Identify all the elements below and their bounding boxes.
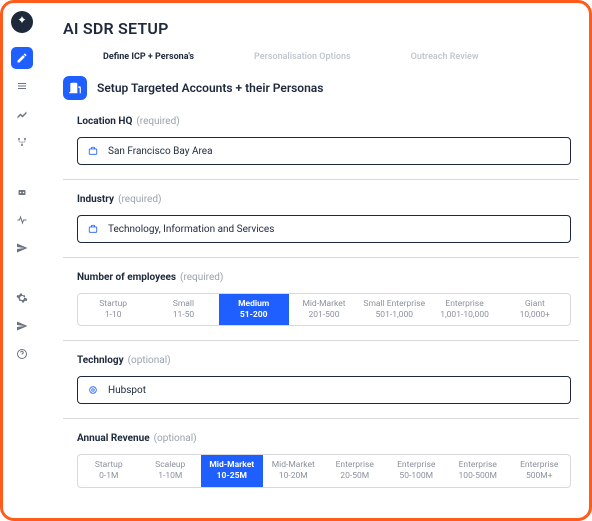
briefcase-icon: [88, 224, 98, 234]
location-value: San Francisco Bay Area: [108, 146, 560, 157]
page-title: AI SDR SETUP: [63, 19, 579, 38]
revenue-segmented: Startup0-1MScaleup1-10MMid-Market10-25MM…: [77, 454, 571, 487]
nav-list[interactable]: [11, 75, 33, 97]
nav-bot[interactable]: [11, 181, 33, 203]
step-define-icp[interactable]: Define ICP + Persona's: [103, 52, 194, 62]
technology-value: Hubspot: [108, 385, 560, 396]
divider: [63, 340, 579, 341]
field-revenue: Annual Revenue(optional) Startup0-1MScal…: [63, 433, 579, 487]
divider: [63, 179, 579, 180]
section-header: Setup Targeted Accounts + their Personas: [63, 76, 579, 100]
technology-label: Technlogy(optional): [77, 355, 579, 366]
revenue-option-0[interactable]: Startup0-1M: [78, 455, 140, 486]
employees-option-6[interactable]: Giant10,000+: [500, 294, 570, 325]
step-outreach-review[interactable]: Outreach Review: [411, 52, 479, 62]
revenue-option-5[interactable]: Enterprise50-100M: [386, 455, 448, 486]
employees-option-2[interactable]: Medium51-200: [219, 294, 289, 325]
step-personalisation[interactable]: Personalisation Options: [254, 52, 351, 62]
field-industry: Industry(required) Technology, Informati…: [63, 194, 579, 243]
field-technology: Technlogy(optional) Hubspot: [63, 355, 579, 404]
field-location: Location HQ(required) San Francisco Bay …: [63, 116, 579, 165]
nav-edit[interactable]: [11, 47, 33, 69]
revenue-option-4[interactable]: Enterprise20-50M: [324, 455, 386, 486]
main-content: AI SDR SETUP Define ICP + Persona's Pers…: [41, 3, 589, 518]
nav-help[interactable]: [11, 343, 33, 365]
industry-input[interactable]: Technology, Information and Services: [77, 215, 571, 243]
location-input[interactable]: San Francisco Bay Area: [77, 137, 571, 165]
revenue-option-3[interactable]: Mid-Market10-20M: [263, 455, 325, 486]
nav-nodes[interactable]: [11, 131, 33, 153]
revenue-option-7[interactable]: Enterprise500M+: [509, 455, 571, 486]
industry-value: Technology, Information and Services: [108, 224, 560, 235]
target-icon: [88, 385, 98, 395]
nav-chart[interactable]: [11, 103, 33, 125]
employees-label: Number of employees(required): [77, 272, 579, 283]
field-employees: Number of employees(required) Startup1-1…: [63, 272, 579, 326]
sidebar: [3, 3, 41, 518]
divider: [63, 418, 579, 419]
nav-send[interactable]: [11, 237, 33, 259]
briefcase-icon: [88, 146, 98, 156]
app-logo: [11, 11, 33, 33]
nav-pulse[interactable]: [11, 209, 33, 231]
employees-segmented: Startup1-10Small11-50Medium51-200Mid-Mar…: [77, 293, 571, 326]
revenue-option-1[interactable]: Scaleup1-10M: [140, 455, 202, 486]
nav-settings[interactable]: [11, 287, 33, 309]
employees-option-1[interactable]: Small11-50: [148, 294, 218, 325]
revenue-label: Annual Revenue(optional): [77, 433, 579, 444]
location-label: Location HQ(required): [77, 116, 579, 127]
divider: [63, 257, 579, 258]
wizard-steps: Define ICP + Persona's Personalisation O…: [63, 52, 579, 76]
revenue-option-6[interactable]: Enterprise100-500M: [447, 455, 509, 486]
nav-send-2[interactable]: [11, 315, 33, 337]
building-icon: [63, 76, 87, 100]
section-title: Setup Targeted Accounts + their Personas: [97, 81, 323, 95]
employees-option-0[interactable]: Startup1-10: [78, 294, 148, 325]
employees-option-3[interactable]: Mid-Market201-500: [289, 294, 359, 325]
revenue-option-2[interactable]: Mid-Market10-25M: [201, 455, 263, 486]
employees-option-5[interactable]: Enterprise1,001-10,000: [429, 294, 499, 325]
technology-input[interactable]: Hubspot: [77, 376, 571, 404]
employees-option-4[interactable]: Small Enterprise501-1,000: [359, 294, 429, 325]
industry-label: Industry(required): [77, 194, 579, 205]
